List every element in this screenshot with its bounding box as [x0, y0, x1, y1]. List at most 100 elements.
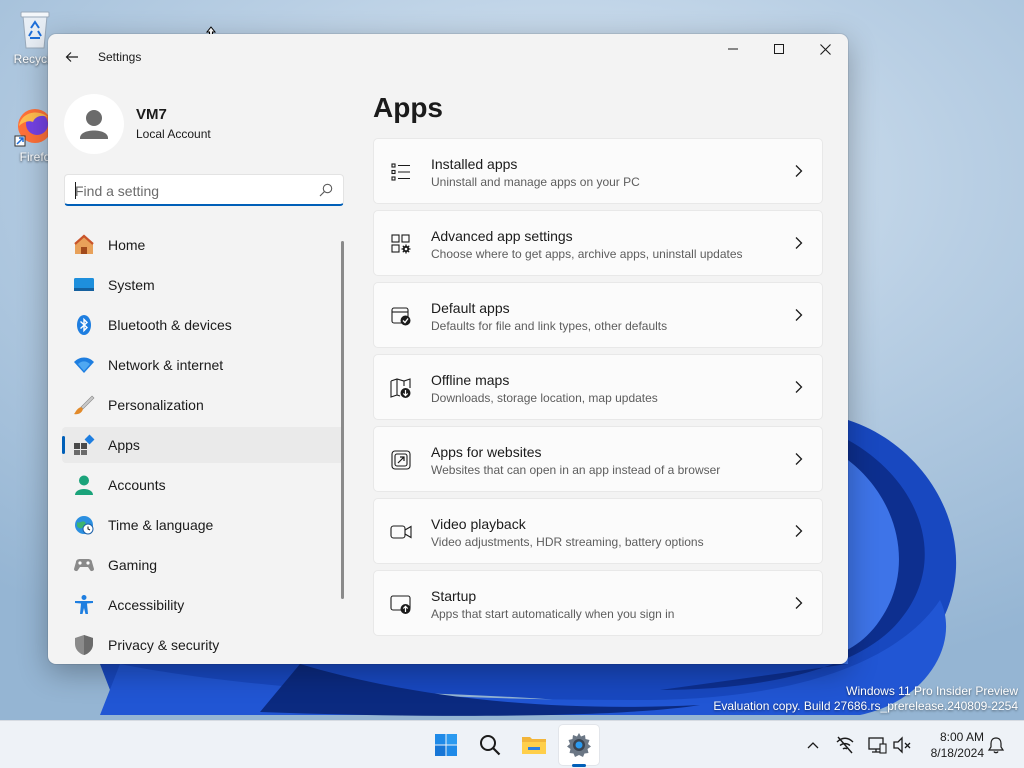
clock-date: 8/18/2024: [930, 746, 984, 760]
file-explorer-button[interactable]: [514, 725, 554, 765]
sidebar-item-label: System: [108, 277, 155, 293]
close-icon: [819, 43, 831, 55]
avatar: [64, 94, 124, 154]
sidebar-item-bluetooth[interactable]: Bluetooth & devices: [62, 307, 344, 343]
sidebar-item-network[interactable]: Network & internet: [62, 347, 344, 383]
card-subtitle: Downloads, storage location, map updates: [431, 391, 658, 405]
sidebar-item-label: Privacy & security: [108, 637, 220, 653]
window-title: Settings: [98, 50, 142, 64]
active-app-indicator: [572, 764, 586, 767]
search-input[interactable]: [75, 181, 305, 201]
display-status-button[interactable]: [867, 735, 887, 755]
app-settings-icon: [391, 234, 411, 254]
title-bar[interactable]: Settings: [48, 34, 848, 80]
system-icon: [74, 278, 94, 291]
card-title: Apps for websites: [431, 444, 542, 460]
watermark-line-2: Evaluation copy. Build 27686.rs_prerelea…: [713, 699, 1018, 713]
sidebar-item-time-language[interactable]: Time & language: [62, 507, 344, 543]
card-advanced-app-settings[interactable]: Advanced app settings Choose where to ge…: [373, 210, 823, 276]
maximize-button[interactable]: [756, 34, 802, 64]
card-default-apps[interactable]: Default apps Defaults for file and link …: [373, 282, 823, 348]
sidebar-item-label: Bluetooth & devices: [108, 317, 232, 333]
back-button[interactable]: [58, 44, 86, 70]
taskbar-search-button[interactable]: [470, 725, 510, 765]
search-box[interactable]: [64, 174, 344, 206]
chevron-up-icon: [807, 742, 819, 749]
user-profile[interactable]: VM7 Local Account: [64, 94, 354, 154]
sidebar-item-personalization[interactable]: Personalization: [62, 387, 344, 423]
card-subtitle: Websites that can open in an app instead…: [431, 463, 721, 477]
person-icon: [75, 475, 93, 495]
sidebar-item-system[interactable]: System: [62, 267, 344, 303]
volume-button[interactable]: [892, 735, 912, 755]
chevron-right-icon: [795, 165, 803, 177]
sidebar-item-gaming[interactable]: Gaming: [62, 547, 344, 583]
card-title: Default apps: [431, 300, 510, 316]
card-subtitle: Video adjustments, HDR streaming, batter…: [431, 535, 704, 549]
card-startup[interactable]: Startup Apps that start automatically wh…: [373, 570, 823, 636]
selection-indicator: [62, 436, 65, 454]
evaluation-watermark: Windows 11 Pro Insider Preview Evaluatio…: [713, 684, 1018, 714]
sidebar-item-privacy-security[interactable]: Privacy & security: [62, 627, 344, 663]
file-explorer-icon: [522, 737, 546, 754]
open-link-icon: [391, 450, 411, 470]
monitor-icon: [868, 737, 887, 754]
chevron-right-icon: [795, 309, 803, 321]
card-title: Video playback: [431, 516, 526, 532]
sidebar-item-label: Accessibility: [108, 597, 185, 613]
card-video-playback[interactable]: Video playback Video adjustments, HDR st…: [373, 498, 823, 564]
sidebar-item-accessibility[interactable]: Accessibility: [62, 587, 344, 623]
sidebar-item-label: Apps: [108, 437, 140, 453]
apps-settings-list: Installed apps Uninstall and manage apps…: [373, 138, 823, 642]
clock-time: 8:00 AM: [939, 730, 984, 744]
start-button[interactable]: [426, 725, 466, 765]
default-apps-icon: [391, 307, 411, 326]
bluetooth-icon: [77, 315, 91, 335]
sidebar-item-accounts[interactable]: Accounts: [62, 467, 344, 503]
notification-bell-icon: [987, 737, 1005, 754]
settings-taskbar-button[interactable]: [559, 725, 599, 765]
search-icon: [480, 735, 501, 756]
list-icon: [391, 163, 410, 181]
sidebar-item-home[interactable]: Home: [62, 227, 344, 263]
gamepad-icon: [74, 559, 94, 572]
map-download-icon: [390, 378, 411, 398]
globe-clock-icon: [75, 516, 94, 535]
card-offline-maps[interactable]: Offline maps Downloads, storage location…: [373, 354, 823, 420]
wifi-icon: [74, 357, 94, 373]
sidebar-item-label: Accounts: [108, 477, 166, 493]
chevron-right-icon: [795, 597, 803, 609]
person-avatar-icon: [72, 102, 116, 146]
card-installed-apps[interactable]: Installed apps Uninstall and manage apps…: [373, 138, 823, 204]
notifications-button[interactable]: [986, 735, 1006, 755]
sidebar-item-label: Time & language: [108, 517, 214, 533]
shield-icon: [75, 635, 93, 655]
network-disconnected-icon: [836, 736, 854, 754]
home-icon: [74, 234, 94, 254]
minimize-button[interactable]: [710, 34, 756, 64]
profile-name: VM7: [136, 106, 167, 123]
apps-icon: [74, 434, 95, 455]
network-status-button[interactable]: [835, 735, 855, 755]
card-subtitle: Choose where to get apps, archive apps, …: [431, 247, 743, 261]
back-arrow-icon: [65, 52, 78, 62]
sidebar-item-label: Personalization: [108, 397, 204, 413]
text-caret: [75, 182, 76, 199]
search-icon[interactable]: [319, 183, 333, 197]
close-button[interactable]: [802, 34, 848, 64]
settings-window: Settings VM7 Local Account Find a settin…: [48, 34, 848, 664]
clock[interactable]: 8:00 AM 8/18/2024: [918, 729, 984, 761]
page-title: Apps: [373, 92, 443, 123]
show-hidden-icons-button[interactable]: [803, 735, 823, 755]
card-title: Advanced app settings: [431, 228, 573, 244]
card-subtitle: Apps that start automatically when you s…: [431, 607, 675, 621]
card-apps-for-websites[interactable]: Apps for websites Websites that can open…: [373, 426, 823, 492]
sidebar-scrollbar[interactable]: [341, 241, 344, 599]
profile-account-type: Local Account: [136, 127, 211, 141]
video-icon: [390, 525, 412, 539]
sidebar-item-apps[interactable]: Apps: [62, 427, 344, 463]
card-title: Startup: [431, 588, 477, 604]
paintbrush-icon: [74, 395, 95, 415]
card-subtitle: Uninstall and manage apps on your PC: [431, 175, 640, 189]
chevron-right-icon: [795, 453, 803, 465]
